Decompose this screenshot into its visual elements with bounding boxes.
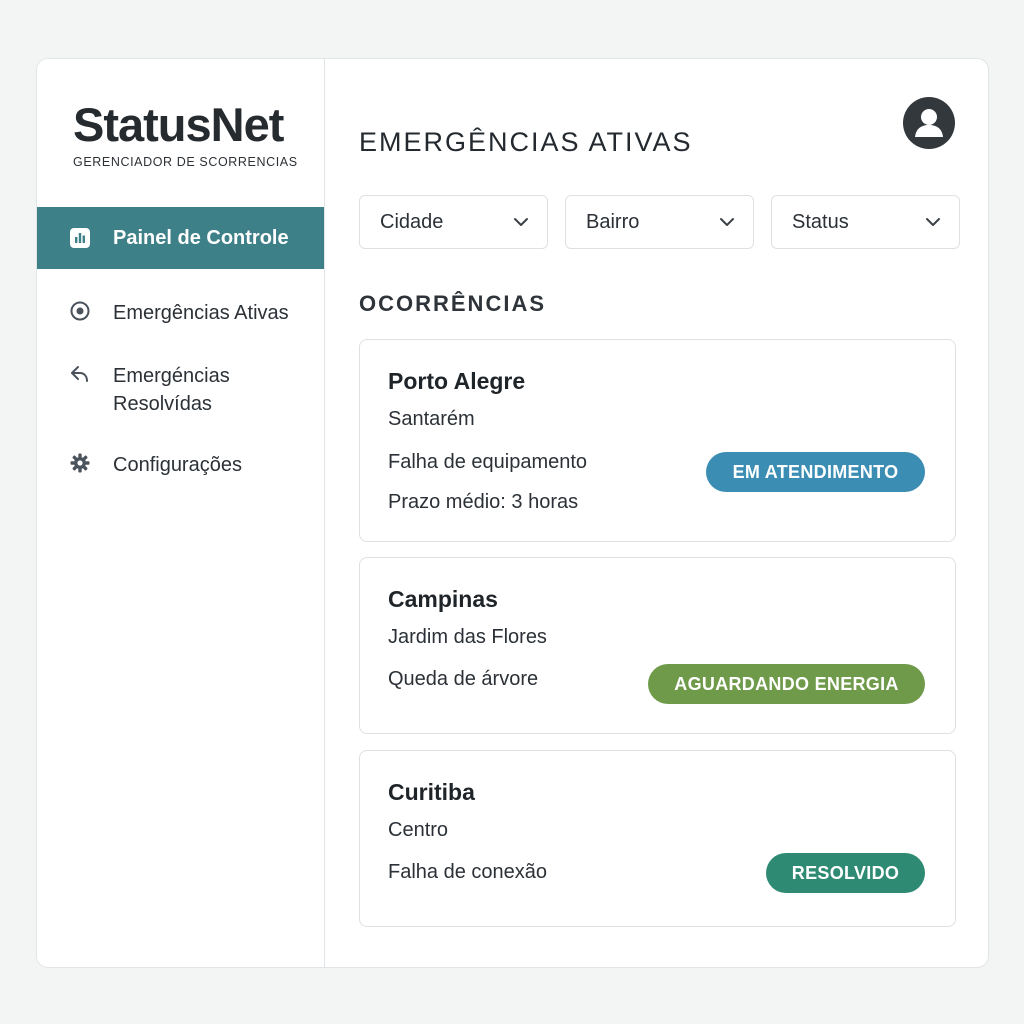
occurrence-card[interactable]: Curitiba Centro Falha de conexão RESOLVI… xyxy=(359,750,956,927)
main-content: EMERGÊNCIAS ATIVAS Cidade Bairro Status … xyxy=(326,59,988,967)
neighborhood-filter-select[interactable]: Bairro xyxy=(565,195,754,249)
user-avatar-icon[interactable] xyxy=(903,97,955,149)
occurrence-neighborhood: Santarém xyxy=(388,408,475,430)
brand-subtitle: GERENCIADOR DE SCORRENCIAS xyxy=(73,155,298,169)
section-title: OCORRÊNCIAS xyxy=(359,291,547,316)
status-badge: RESOLVIDO xyxy=(766,853,925,893)
sidebar: StatusNet GERENCIADOR DE SCORRENCIAS Pai… xyxy=(37,59,325,967)
occurrence-city: Curitiba xyxy=(388,779,475,805)
occurrence-issue: Falha de conexão xyxy=(388,861,548,883)
sidebar-item-label: Configurações xyxy=(113,454,242,476)
chevron-down-icon xyxy=(514,218,528,226)
occurrence-card[interactable]: Porto Alegre Santarém Falha de equipamen… xyxy=(359,339,956,542)
occurrence-issue: Queda de árvore xyxy=(388,668,539,690)
gear-icon xyxy=(69,452,91,474)
sidebar-item-emergencias-ativas[interactable]: Emergências Ativas xyxy=(37,299,324,327)
occurrence-city: Campinas xyxy=(388,586,498,612)
occurrence-neighborhood: Centro xyxy=(388,819,449,841)
app-window: StatusNet GERENCIADOR DE SCORRENCIAS Pai… xyxy=(36,58,989,968)
sidebar-item-configuracoes[interactable]: Configurações xyxy=(37,451,324,479)
occurrence-city: Porto Alegre xyxy=(388,368,526,394)
status-filter-select[interactable]: Status xyxy=(771,195,960,249)
page-title: EMERGÊNCIAS ATIVAS xyxy=(359,127,693,157)
select-label: Bairro xyxy=(586,210,640,233)
status-badge: AGUARDANDO ENERGIA xyxy=(648,664,925,704)
filters-bar: Cidade Bairro Status xyxy=(359,195,960,249)
sidebar-item-emergencias-resolvidas[interactable]: Emergéncias Resolvídas xyxy=(37,362,324,418)
sidebar-item-label: Emergências Ativas xyxy=(113,302,289,324)
chevron-down-icon xyxy=(926,218,940,226)
reply-arrow-icon xyxy=(69,363,91,385)
chevron-down-icon xyxy=(720,218,734,226)
occurrence-issue: Falha de equipamento xyxy=(388,451,588,473)
select-label: Status xyxy=(792,210,849,233)
select-label: Cidade xyxy=(380,210,444,233)
sidebar-item-painel-de-controle[interactable]: Painel de Controle xyxy=(37,207,324,269)
brand-name: StatusNet xyxy=(73,98,284,151)
status-badge: EM ATENDIMENTO xyxy=(706,452,925,492)
city-filter-select[interactable]: Cidade xyxy=(359,195,548,249)
occurrence-card[interactable]: Campinas Jardim das Flores Queda de árvo… xyxy=(359,557,956,734)
target-icon xyxy=(69,300,91,322)
sidebar-item-label: Emergéncias Resolvídas xyxy=(113,365,230,415)
brand: StatusNet GERENCIADOR DE SCORRENCIAS xyxy=(73,98,298,170)
bar-chart-icon xyxy=(69,227,91,249)
occurrence-deadline: Prazo médio: 3 horas xyxy=(388,491,579,513)
occurrence-neighborhood: Jardim das Flores xyxy=(388,626,547,648)
sidebar-item-label: Painel de Controle xyxy=(113,227,289,249)
